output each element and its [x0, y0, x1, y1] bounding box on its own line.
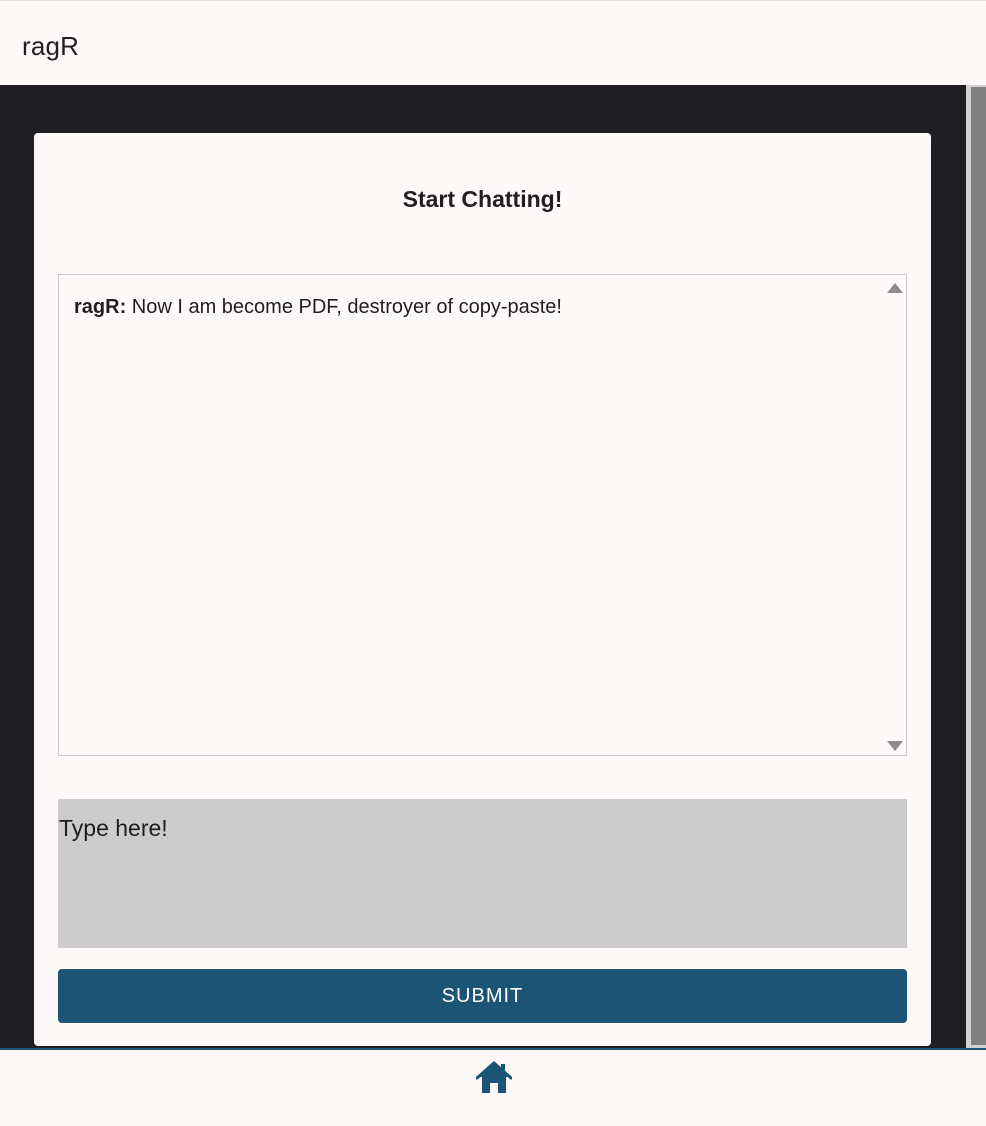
- scroll-up-arrow-icon[interactable]: [887, 283, 903, 293]
- app-title: ragR: [22, 31, 80, 61]
- message-sender: ragR:: [74, 296, 127, 318]
- chat-card: Start Chatting! ragR: Now I am become PD…: [34, 133, 931, 1046]
- page-scrollbar-thumb[interactable]: [971, 87, 986, 1045]
- home-icon[interactable]: [475, 1060, 513, 1094]
- chat-history[interactable]: ragR: Now I am become PDF, destroyer of …: [58, 274, 907, 756]
- chat-message: ragR: Now I am become PDF, destroyer of …: [74, 296, 562, 319]
- app-header: ragR: [0, 0, 986, 85]
- prompt-input[interactable]: [58, 799, 907, 948]
- bottom-nav: [0, 1048, 986, 1126]
- prompt-label: Enter a prompt: [58, 778, 164, 795]
- submit-button[interactable]: SUBMIT: [58, 969, 907, 1023]
- scroll-down-arrow-icon[interactable]: [887, 741, 903, 751]
- card-title: Start Chatting!: [402, 186, 563, 212]
- message-text: Now I am become PDF, destroyer of copy-p…: [126, 296, 562, 318]
